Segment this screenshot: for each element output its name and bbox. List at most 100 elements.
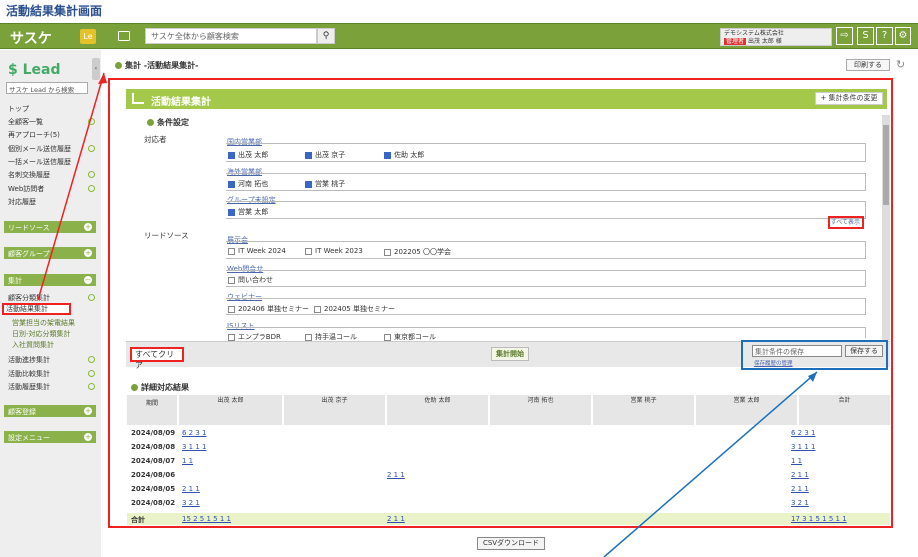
refresh-icon[interactable]: ↻ <box>896 58 905 71</box>
sidebar-expand-icon[interactable] <box>88 171 95 178</box>
conditions-label: 条件設定 <box>147 117 189 128</box>
person-header: 営業 桃子 <box>593 395 694 425</box>
start-aggregation-button[interactable]: 集計開始 <box>491 347 529 361</box>
gear-icon[interactable]: ⚙ <box>895 27 911 45</box>
member-checkbox[interactable]: 営業 桃子 <box>305 179 345 189</box>
member-checkbox[interactable]: 佐助 太郎 <box>384 150 424 160</box>
sidebar-item-activity-result[interactable]: 活動結果集計 <box>2 303 71 315</box>
target-label: 対応者 <box>144 135 167 144</box>
count-link[interactable]: 3 2 1 <box>182 499 200 507</box>
crumb-icon <box>115 62 122 69</box>
source-checkbox[interactable]: 202406 単独セミナー <box>228 304 309 314</box>
sidebar-item-compare[interactable]: 活動比較集計 <box>8 369 50 379</box>
date-cell: 2024/08/07 <box>131 457 176 465</box>
count-link[interactable]: 6 2 3 1 <box>182 429 207 437</box>
save-button[interactable]: 保存する <box>845 345 883 357</box>
sidebar-subitem-calls[interactable]: 営業担当の架電結果 <box>12 318 75 328</box>
sidebar-section-settings[interactable]: 設定メニュー + <box>4 431 96 443</box>
sidebar-item-reapproach[interactable]: 再アプローチ(5) <box>8 130 60 140</box>
sasuke-icon[interactable]: S <box>857 27 874 45</box>
sidebar-item-mail-history[interactable]: 個別メール送信履歴 <box>8 144 71 154</box>
csv-download-button[interactable]: CSVダウンロード <box>477 537 545 550</box>
leadsource-label: リードソース <box>144 231 189 240</box>
clear-all-button[interactable]: すべてクリア <box>130 347 184 370</box>
count-link[interactable]: 6 2 3 1 <box>791 429 816 437</box>
monitor-icon[interactable] <box>118 31 130 41</box>
date-cell: 2024/08/06 <box>131 471 176 479</box>
member-checkbox[interactable]: 河南 拓也 <box>228 179 268 189</box>
panel-header: 活動結果集計 + 集計条件の変更 <box>126 89 887 109</box>
sidebar-expand-icon[interactable] <box>88 383 95 390</box>
sidebar-expand-icon[interactable] <box>88 118 95 125</box>
sidebar-expand-icon[interactable] <box>88 356 95 363</box>
sidebar-item-history[interactable]: 活動履歴集計 <box>8 382 50 392</box>
count-link[interactable]: 2 1 1 <box>791 471 809 479</box>
sidebar-item-top[interactable]: トップ <box>8 104 29 114</box>
source-checkbox[interactable]: 問い合わせ <box>228 275 273 285</box>
search-icon[interactable]: ⚲ <box>317 28 335 44</box>
member-checkbox[interactable]: 出茂 太郎 <box>228 150 268 160</box>
change-conditions-button[interactable]: + 集計条件の変更 <box>815 92 883 105</box>
count-link[interactable]: 2 1 1 <box>387 515 405 523</box>
print-button[interactable]: 印刷する <box>846 59 890 71</box>
sidebar-section-customer-register[interactable]: 顧客登録 + <box>4 405 96 417</box>
count-link[interactable]: 2 1 1 <box>791 485 809 493</box>
sidebar-expand-icon[interactable] <box>88 370 95 377</box>
count-link[interactable]: 1 1 <box>182 457 193 465</box>
count-link[interactable]: 3 1 1 1 <box>791 443 816 451</box>
sidebar-subitem-entry[interactable]: 入社質問集計 <box>12 340 54 350</box>
member-checkbox[interactable]: 出茂 京子 <box>305 150 345 160</box>
period-header: 期間 <box>127 395 177 425</box>
count-link[interactable]: 1 1 <box>791 457 802 465</box>
global-search-input[interactable]: サスケ全体から顧客検索 <box>145 28 317 44</box>
company-info: デモシステム株式会社 管理者 出茂 太郎 様 <box>720 28 832 46</box>
sidebar-section-groups[interactable]: 顧客グループ + <box>4 247 96 259</box>
sidebar-section-leadsource[interactable]: リードソース + <box>4 221 96 233</box>
source-checkbox[interactable]: IT Week 2023 <box>305 247 363 255</box>
count-link[interactable]: 3 1 1 1 <box>182 443 207 451</box>
scrollbar-thumb[interactable] <box>883 125 889 205</box>
date-cell: 2024/08/05 <box>131 485 176 493</box>
sidebar-expand-icon[interactable] <box>88 145 95 152</box>
sidebar-section-reports[interactable]: 集計 − <box>4 274 96 286</box>
sidebar-item-web-visitors[interactable]: Web訪問者 <box>8 184 44 194</box>
le-badge[interactable]: Le <box>80 29 96 44</box>
source-checkbox[interactable]: IT Week 2024 <box>228 247 286 255</box>
top-bar: サスケ Le サスケ全体から顧客検索 ⚲ デモシステム株式会社 管理者 出茂 太… <box>0 23 918 49</box>
breadcrumb: 集計 -活動結果集計- <box>115 60 198 71</box>
sidebar-item-all-customers[interactable]: 全顧客一覧 <box>8 117 43 127</box>
lead-logo[interactable]: $ Lead <box>8 62 61 78</box>
save-conditions-input[interactable]: 集計条件の保存 <box>752 345 842 357</box>
source-checkbox[interactable]: 202405 単独セミナー <box>314 304 395 314</box>
member-checkbox[interactable]: 営業 太郎 <box>228 207 268 217</box>
group-box <box>226 201 866 219</box>
count-link[interactable]: 2 1 1 <box>387 471 405 479</box>
collapse-handle[interactable]: ‹ <box>92 58 100 80</box>
logout-icon[interactable]: ⇨ <box>836 27 853 45</box>
sidebar-item-response-history[interactable]: 対応履歴 <box>8 197 36 207</box>
count-link[interactable]: 2 1 1 <box>182 485 200 493</box>
detail-table: 期間 出茂 太郎 出茂 京子 佐助 太郎 河南 拓也 営業 桃子 営業 太郎 合… <box>127 395 890 528</box>
person-header: 営業 太郎 <box>696 395 797 425</box>
count-link[interactable]: 15 2 5 1 5 1 1 <box>182 515 231 523</box>
sasuke-logo[interactable]: サスケ <box>10 28 52 48</box>
sidebar-search-input[interactable]: サスケ Lead から検索 <box>6 82 88 94</box>
count-link[interactable]: 3 2 1 <box>791 499 809 507</box>
group-box <box>226 270 866 287</box>
sidebar-subitem-daily[interactable]: 日別-対応分類集計 <box>12 329 71 339</box>
count-link[interactable]: 17 3 1 5 1 5 1 1 <box>791 515 847 523</box>
conditions-scrollbar[interactable] <box>882 115 890 340</box>
source-checkbox[interactable]: 202205 〇〇学会 <box>384 247 451 257</box>
sidebar-expand-icon[interactable] <box>88 294 95 301</box>
sidebar-item-bulk-mail[interactable]: 一括メール送信履歴 <box>8 157 71 167</box>
date-cell: 2024/08/02 <box>131 499 176 507</box>
chart-icon <box>132 93 144 104</box>
sidebar-item-card-exchange[interactable]: 名刺交換履歴 <box>8 170 50 180</box>
sidebar-expand-icon[interactable] <box>88 185 95 192</box>
help-icon[interactable]: ? <box>876 27 893 45</box>
save-history-link[interactable]: 保存履歴の管理 <box>754 359 793 367</box>
sidebar-item-progress[interactable]: 活動進捗集計 <box>8 355 50 365</box>
see-all-link[interactable]: すべて表示 <box>828 216 864 229</box>
sidebar-item-customer-class[interactable]: 顧客分類集計 <box>8 293 50 303</box>
section-icon <box>147 119 154 126</box>
